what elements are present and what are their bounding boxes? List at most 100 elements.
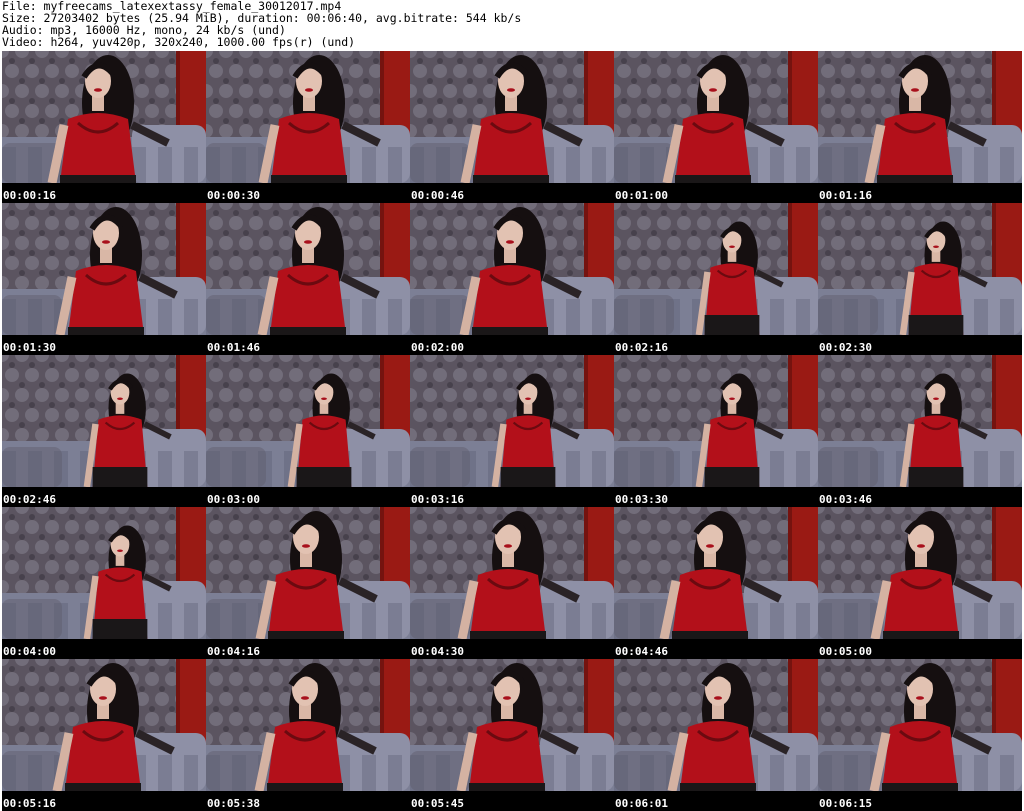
video-frame-thumbnail — [410, 507, 614, 639]
thumbnail-cell: 00:04:00 — [2, 507, 206, 659]
thumbnail-cell: 00:03:46 — [818, 355, 1022, 507]
video-frame-thumbnail — [410, 355, 614, 487]
video-frame-thumbnail — [614, 355, 818, 487]
frame-timestamp: 00:00:46 — [411, 189, 464, 202]
video-frame-image — [2, 51, 206, 183]
frame-timestamp: 00:01:16 — [819, 189, 872, 202]
thumbnail-cell: 00:02:16 — [614, 203, 818, 355]
video-frame-thumbnail — [410, 203, 614, 335]
frame-timestamp: 00:01:46 — [207, 341, 260, 354]
thumbnail-cell: 00:06:15 — [818, 659, 1022, 811]
video-frame-thumbnail — [818, 51, 1022, 183]
frame-timestamp: 00:04:16 — [207, 645, 260, 658]
thumbnail-cell: 00:02:46 — [2, 355, 206, 507]
video-frame-thumbnail — [2, 659, 206, 791]
video-frame-thumbnail — [614, 507, 818, 639]
video-info-line: Video: h264, yuv420p, 320x240, 1000.00 f… — [2, 35, 356, 49]
frame-timestamp: 00:03:46 — [819, 493, 872, 506]
video-frame-image — [410, 203, 614, 335]
frame-timestamp: 00:02:30 — [819, 341, 872, 354]
thumbnail-cell: 00:01:46 — [206, 203, 410, 355]
frame-timestamp: 00:06:15 — [819, 797, 872, 810]
frame-timestamp: 00:03:16 — [411, 493, 464, 506]
video-frame-thumbnail — [206, 203, 410, 335]
thumbnail-cell: 00:05:16 — [2, 659, 206, 811]
thumbnail-cell: 00:04:30 — [410, 507, 614, 659]
thumbnail-cell: 00:03:16 — [410, 355, 614, 507]
video-frame-image — [614, 51, 818, 183]
video-frame-image — [206, 507, 410, 639]
frame-timestamp: 00:05:38 — [207, 797, 260, 810]
frame-timestamp: 00:02:16 — [615, 341, 668, 354]
thumbnail-cell: 00:00:46 — [410, 51, 614, 203]
thumbnail-cell: 00:01:30 — [2, 203, 206, 355]
video-frame-image — [614, 659, 818, 791]
thumbnail-cell: 00:02:30 — [818, 203, 1022, 355]
video-frame-image — [2, 659, 206, 791]
video-frame-thumbnail — [206, 659, 410, 791]
video-frame-image — [2, 507, 206, 639]
video-frame-image — [818, 355, 1022, 487]
frame-timestamp: 00:01:00 — [615, 189, 668, 202]
frame-timestamp: 00:06:01 — [615, 797, 668, 810]
frame-timestamp: 00:03:00 — [207, 493, 260, 506]
thumbnail-cell: 00:00:16 — [2, 51, 206, 203]
video-frame-thumbnail — [206, 355, 410, 487]
thumbnail-cell: 00:00:30 — [206, 51, 410, 203]
video-frame-image — [410, 659, 614, 791]
video-frame-thumbnail — [206, 507, 410, 639]
video-frame-thumbnail — [614, 203, 818, 335]
video-frame-thumbnail — [2, 355, 206, 487]
frame-timestamp: 00:01:30 — [3, 341, 56, 354]
thumbnail-cell: 00:03:00 — [206, 355, 410, 507]
video-frame-thumbnail — [818, 203, 1022, 335]
video-frame-thumbnail — [410, 51, 614, 183]
video-frame-image — [614, 355, 818, 487]
frame-timestamp: 00:03:30 — [615, 493, 668, 506]
frame-timestamp: 00:00:16 — [3, 189, 56, 202]
video-frame-thumbnail — [410, 659, 614, 791]
frame-timestamp: 00:00:30 — [207, 189, 260, 202]
video-frame-image — [614, 507, 818, 639]
video-frame-image — [818, 51, 1022, 183]
frame-timestamp: 00:05:16 — [3, 797, 56, 810]
thumbnail-cell: 00:05:45 — [410, 659, 614, 811]
thumbnail-cell: 00:01:16 — [818, 51, 1022, 203]
frame-timestamp: 00:02:46 — [3, 493, 56, 506]
thumbnail-cell: 00:01:00 — [614, 51, 818, 203]
thumbnail-grid: 00:00:16 00:00:30 00:00:46 00:01:00 00:01:16… — [2, 51, 1022, 811]
video-frame-image — [410, 51, 614, 183]
video-frame-image — [818, 507, 1022, 639]
thumbnail-cell: 00:03:30 — [614, 355, 818, 507]
frame-timestamp: 00:04:30 — [411, 645, 464, 658]
video-frame-image — [818, 659, 1022, 791]
video-frame-image — [206, 51, 410, 183]
frame-timestamp: 00:05:45 — [411, 797, 464, 810]
video-frame-thumbnail — [614, 51, 818, 183]
video-frame-thumbnail — [206, 51, 410, 183]
frame-timestamp: 00:02:00 — [411, 341, 464, 354]
video-frame-image — [614, 203, 818, 335]
video-frame-image — [410, 507, 614, 639]
video-frame-image — [206, 659, 410, 791]
thumbnail-cell: 00:02:00 — [410, 203, 614, 355]
frame-timestamp: 00:04:46 — [615, 645, 668, 658]
video-frame-image — [2, 355, 206, 487]
frame-timestamp: 00:05:00 — [819, 645, 872, 658]
video-frame-thumbnail — [2, 507, 206, 639]
thumbnail-cell: 00:05:00 — [818, 507, 1022, 659]
video-frame-image — [206, 355, 410, 487]
video-frame-thumbnail — [2, 203, 206, 335]
video-frame-image — [206, 203, 410, 335]
video-frame-thumbnail — [818, 659, 1022, 791]
video-frame-image — [410, 355, 614, 487]
thumbnail-cell: 00:06:01 — [614, 659, 818, 811]
video-frame-thumbnail — [2, 51, 206, 183]
video-frame-thumbnail — [818, 507, 1022, 639]
frame-timestamp: 00:04:00 — [3, 645, 56, 658]
video-frame-thumbnail — [818, 355, 1022, 487]
video-frame-image — [2, 203, 206, 335]
thumbnail-cell: 00:04:16 — [206, 507, 410, 659]
file-info-header: File: myfreecams_latexextassy_female_300… — [2, 0, 1022, 50]
thumbnail-cell: 00:04:46 — [614, 507, 818, 659]
